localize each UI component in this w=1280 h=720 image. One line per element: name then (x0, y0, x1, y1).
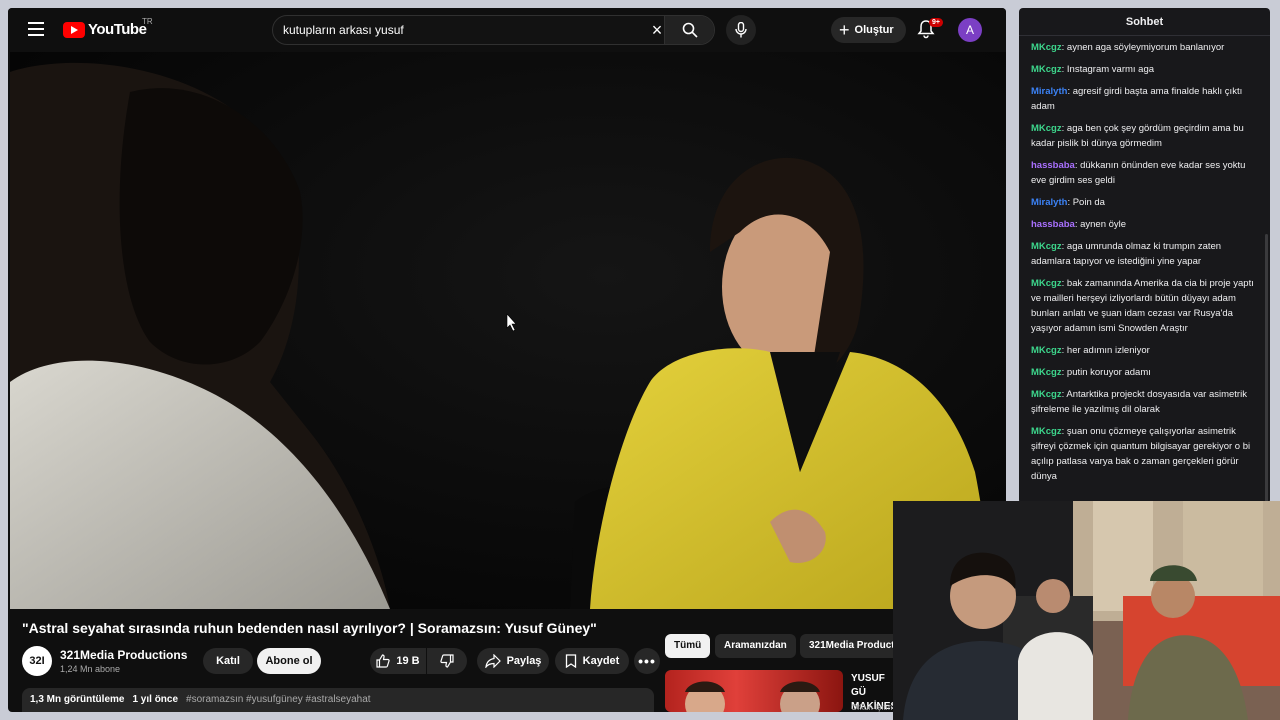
chip-from-search[interactable]: Aramanızdan (715, 634, 796, 658)
thumbs-up-icon (376, 654, 391, 668)
search-box: × (272, 15, 715, 45)
like-count: 19 B (396, 655, 420, 667)
chat-message: MKcgz: Instagram varmı aga (1031, 62, 1258, 77)
like-button[interactable]: 19 B (370, 648, 426, 674)
chat-message: hassbaba: dükkanın önünden eve kadar ses… (1031, 158, 1258, 188)
chat-username[interactable]: MKcgz (1031, 123, 1062, 134)
chat-header: Sohbet (1019, 8, 1270, 36)
chat-message: Miralyth: agresif girdi başta ama finald… (1031, 84, 1258, 114)
chat-message: hassbaba: aynen öyle (1031, 217, 1258, 232)
upload-date: 1 yıl önce (132, 694, 179, 705)
join-label: Katıl (216, 655, 240, 667)
chat-username[interactable]: MKcgz (1031, 278, 1062, 289)
view-count: 1,3 Mn görüntüleme (30, 694, 125, 705)
share-icon (484, 654, 501, 668)
chat-username[interactable]: MKcgz (1031, 241, 1062, 252)
chat-message: MKcgz: aga umrunda olmaz ki trumpın zate… (1031, 239, 1258, 269)
youtube-play-icon (63, 21, 85, 38)
more-icon: ••• (638, 653, 656, 669)
chat-text: aynen öyle (1080, 219, 1127, 230)
chat-text: Poin da (1072, 197, 1105, 208)
bookmark-icon (565, 654, 576, 668)
recommendation-channel: Orkun Işıtm (851, 703, 893, 712)
channel-avatar[interactable]: 32I (22, 646, 52, 676)
recommendation-thumbnail[interactable] (665, 670, 843, 712)
search-input[interactable] (283, 16, 643, 44)
chat-message: MKcgz: putin koruyor adamı (1031, 365, 1258, 380)
dislike-button[interactable] (427, 648, 467, 674)
webcam-image (893, 501, 1280, 720)
thumbnail-image (685, 681, 820, 712)
chat-message: MKcgz: aynen aga söyleymiyorum banlanıyo… (1031, 40, 1258, 55)
top-bar: YouTube TR × + Oluştur 9+ A (8, 8, 1006, 52)
subscribe-label: Abone ol (265, 655, 313, 667)
description-box[interactable]: 1,3 Mn görüntüleme 1 yıl önce #soramazsın … (22, 688, 654, 712)
chat-username[interactable]: MKcgz (1031, 389, 1062, 400)
chat-message: MKcgz: şuan onu çözmeye çalışıyorlar asi… (1031, 424, 1258, 484)
chat-username[interactable]: Miralyth (1031, 86, 1067, 97)
youtube-logo[interactable]: YouTube TR (63, 17, 153, 38)
save-label: Kaydet (582, 655, 620, 667)
chat-username[interactable]: MKcgz (1031, 42, 1062, 53)
chat-text: aynen aga söyleymiyorum banlanıyor (1066, 42, 1225, 53)
chat-text: Instagram varmı aga (1066, 64, 1155, 75)
chat-scrollbar[interactable] (1265, 234, 1268, 504)
chat-message: Miralyth: Poin da (1031, 195, 1258, 210)
more-actions-button[interactable]: ••• (634, 648, 660, 674)
chat-username[interactable]: hassbaba (1031, 219, 1075, 230)
channel-row: 32I 321Media Productions 1,24 Mn abone K… (22, 646, 662, 678)
search-button[interactable] (664, 16, 714, 44)
chat-message: MKcgz: her adımın izleniyor (1031, 343, 1258, 358)
subscriber-count: 1,24 Mn abone (60, 664, 121, 674)
search-icon (682, 22, 698, 38)
chat-messages: MKcgz: aynen aga söyleymiyorum banlanıyo… (1019, 36, 1270, 484)
notification-badge: 9+ (929, 18, 943, 27)
video-frame (10, 52, 1006, 609)
chat-message: MKcgz: Antarktika projeckt dosyasıda var… (1031, 387, 1258, 417)
chat-username[interactable]: MKcgz (1031, 345, 1062, 356)
account-avatar[interactable]: A (958, 18, 982, 42)
plus-icon: + (839, 20, 850, 40)
chat-username[interactable]: MKcgz (1031, 367, 1062, 378)
chat-message: MKcgz: aga ben çok şey gördüm geçirdim a… (1031, 121, 1258, 151)
video-player[interactable] (10, 52, 1006, 609)
video-title: "Astral seyahat sırasında ruhun bedenden… (22, 620, 597, 636)
subscribe-button[interactable]: Abone ol (257, 648, 321, 674)
chat-username[interactable]: MKcgz (1031, 64, 1062, 75)
create-button[interactable]: + Oluştur (831, 17, 906, 43)
chat-text: her adımın izleniyor (1066, 345, 1150, 356)
chat-message: MKcgz: bak zamanında Amerika da cia bi p… (1031, 276, 1258, 336)
join-button[interactable]: Katıl (203, 648, 253, 674)
menu-icon[interactable] (24, 18, 48, 42)
webcam-overlay (893, 501, 1280, 720)
voice-search-button[interactable] (726, 15, 756, 45)
region-code: TR (142, 17, 153, 26)
hashtags[interactable]: #soramazsın #yusufgüney #astralseyahat (186, 694, 371, 705)
chat-username[interactable]: MKcgz (1031, 426, 1062, 437)
chat-panel: Sohbet MKcgz: aynen aga söyleymiyorum ba… (1019, 8, 1270, 504)
microphone-icon (735, 22, 747, 38)
channel-name[interactable]: 321Media Productions (60, 648, 187, 662)
thumbs-down-icon (440, 654, 454, 668)
logo-text: YouTube (88, 21, 147, 38)
chat-username[interactable]: Miralyth (1031, 197, 1067, 208)
chip-all[interactable]: Tümü (665, 634, 711, 658)
youtube-window: YouTube TR × + Oluştur 9+ A (8, 8, 1006, 712)
share-label: Paylaş (506, 655, 542, 667)
chat-text: putin koruyor adamı (1066, 367, 1151, 378)
save-button[interactable]: Kaydet (555, 648, 629, 674)
share-button[interactable]: Paylaş (477, 648, 549, 674)
chat-username[interactable]: hassbaba (1031, 160, 1075, 171)
create-label: Oluştur (854, 24, 894, 36)
